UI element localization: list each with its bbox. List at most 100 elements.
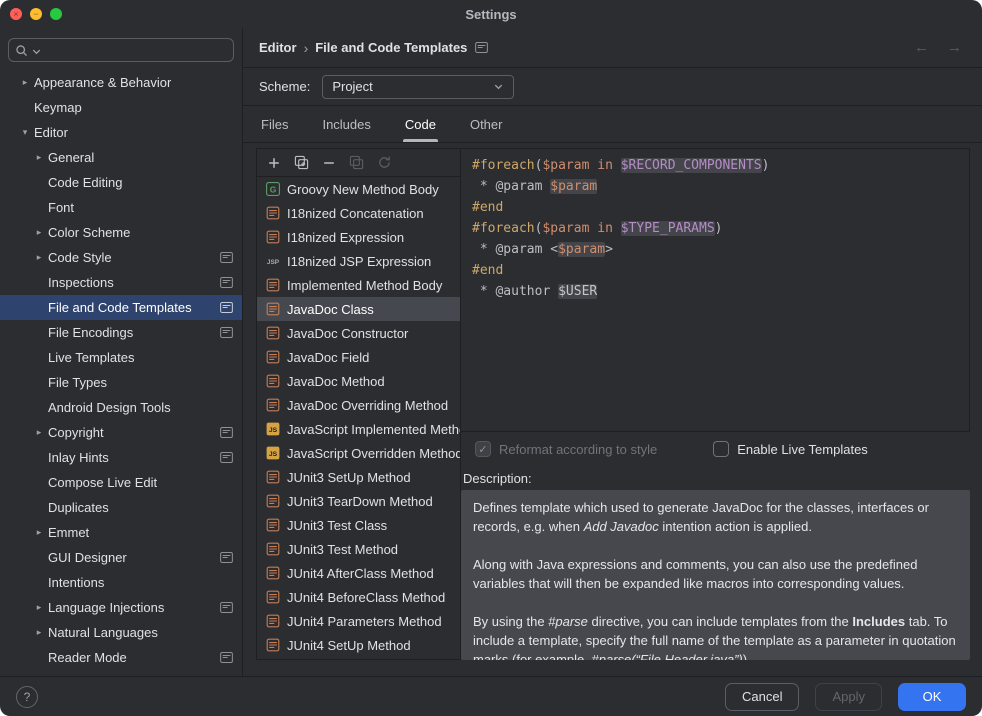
template-options: Reformat according to style Enable Live … (461, 432, 970, 466)
sidebar-item-appearance-behavior[interactable]: ▸Appearance & Behavior (0, 70, 242, 95)
scheme-select[interactable]: Project (322, 75, 514, 99)
template-item-javascript-overridden-method[interactable]: JSJavaScript Overridden Method (257, 441, 460, 465)
sidebar-item-color-scheme[interactable]: ▸Color Scheme (0, 220, 242, 245)
template-item-junit3-setup-method[interactable]: JUnit3 SetUp Method (257, 465, 460, 489)
template-item-javadoc-field[interactable]: JavaDoc Field (257, 345, 460, 369)
sidebar-item-label: Copyright (48, 425, 104, 440)
tab-files[interactable]: Files (259, 106, 290, 142)
settings-tree: ▸Appearance & BehaviorKeymap▾Editor▸Gene… (0, 70, 242, 676)
sidebar-item-file-types[interactable]: File Types (0, 370, 242, 395)
live-templates-checkbox[interactable] (713, 441, 729, 457)
create-child-template-button[interactable] (294, 155, 309, 170)
sidebar-item-editor[interactable]: ▾Editor (0, 120, 242, 145)
template-item-label: JUnit3 SetUp Method (287, 470, 411, 485)
template-file-icon (265, 542, 281, 556)
sidebar-item-copyright[interactable]: ▸Copyright (0, 420, 242, 445)
template-item-junit4-afterclass-method[interactable]: JUnit4 AfterClass Method (257, 561, 460, 585)
cancel-button[interactable]: Cancel (725, 683, 799, 711)
tab-includes[interactable]: Includes (320, 106, 372, 142)
breadcrumb-separator-icon: › (304, 40, 309, 56)
template-file-icon (265, 470, 281, 484)
template-item-junit3-test-method[interactable]: JUnit3 Test Method (257, 537, 460, 561)
sidebar-item-label: Editor (34, 125, 68, 140)
sidebar-item-inlay-hints[interactable]: Inlay Hints (0, 445, 242, 470)
sidebar-item-language-injections[interactable]: ▸Language Injections (0, 595, 242, 620)
sidebar-item-code-style[interactable]: ▸Code Style (0, 245, 242, 270)
template-item-junit4-parameters-method[interactable]: JUnit4 Parameters Method (257, 609, 460, 633)
sidebar-item-label: General (48, 150, 94, 165)
sidebar-item-duplicates[interactable]: Duplicates (0, 495, 242, 520)
template-item-implemented-method-body[interactable]: Implemented Method Body (257, 273, 460, 297)
monitor-icon (220, 327, 233, 338)
template-item-javadoc-method[interactable]: JavaDoc Method (257, 369, 460, 393)
sidebar-item-intentions[interactable]: Intentions (0, 570, 242, 595)
sidebar-item-label: Code Style (48, 250, 112, 265)
sidebar-item-live-templates[interactable]: Live Templates (0, 345, 242, 370)
sidebar-item-label: File and Code Templates (48, 300, 192, 315)
template-item-label: JUnit4 Parameters Method (287, 614, 442, 629)
sidebar-item-label: Inspections (48, 275, 114, 290)
chevron-right-icon[interactable]: ▸ (32, 602, 46, 613)
chevron-right-icon[interactable]: ▸ (32, 627, 46, 638)
chevron-right-icon[interactable]: ▸ (32, 227, 46, 238)
tab-code[interactable]: Code (403, 106, 438, 142)
template-item-junit4-beforeclass-method[interactable]: JUnit4 BeforeClass Method (257, 585, 460, 609)
chevron-right-icon[interactable]: ▸ (32, 252, 46, 263)
forward-button[interactable]: → (947, 39, 962, 56)
remove-template-button[interactable] (322, 156, 336, 170)
sidebar-item-inspections[interactable]: Inspections (0, 270, 242, 295)
template-item-label: I18nized Expression (287, 230, 404, 245)
sidebar-item-emmet[interactable]: ▸Emmet (0, 520, 242, 545)
sidebar-item-font[interactable]: Font (0, 195, 242, 220)
settings-search-input[interactable] (8, 38, 234, 62)
sidebar-item-android-design-tools[interactable]: Android Design Tools (0, 395, 242, 420)
sidebar-item-label: Inlay Hints (48, 450, 109, 465)
sidebar-item-natural-languages[interactable]: ▸Natural Languages (0, 620, 242, 645)
sidebar-item-general[interactable]: ▸General (0, 145, 242, 170)
live-templates-option[interactable]: Enable Live Templates (713, 441, 868, 457)
search-history-chevron-icon[interactable] (31, 46, 42, 57)
ok-button[interactable]: OK (898, 683, 966, 711)
template-item-label: JUnit4 BeforeClass Method (287, 590, 445, 605)
template-item-groovy-new-method-body[interactable]: GGroovy New Method Body (257, 177, 460, 201)
code-line: #foreach($param in $TYPE_PARAMS) (472, 218, 958, 239)
titlebar[interactable]: Settings (0, 0, 982, 28)
template-item-junit4-setup-method[interactable]: JUnit4 SetUp Method (257, 633, 460, 657)
tab-other[interactable]: Other (468, 106, 505, 142)
sidebar-item-compose-live-edit[interactable]: Compose Live Edit (0, 470, 242, 495)
settings-window: Settings ▸Appearance & BehaviorKeymap▾Ed… (0, 0, 982, 716)
template-item-javadoc-constructor[interactable]: JavaDoc Constructor (257, 321, 460, 345)
template-item-i18nized-concatenation[interactable]: I18nized Concatenation (257, 201, 460, 225)
sidebar-item-code-editing[interactable]: Code Editing (0, 170, 242, 195)
help-button[interactable]: ? (16, 686, 38, 708)
template-item-javascript-implemented-method[interactable]: JSJavaScript Implemented Method (257, 417, 460, 441)
chevron-right-icon[interactable]: ▸ (32, 152, 46, 163)
template-item-junit3-teardown-method[interactable]: JUnit3 TearDown Method (257, 489, 460, 513)
sidebar-item-gui-designer[interactable]: GUI Designer (0, 545, 242, 570)
template-item-javadoc-overriding-method[interactable]: JavaDoc Overriding Method (257, 393, 460, 417)
template-file-icon (265, 350, 281, 364)
chevron-right-icon[interactable]: ▸ (32, 427, 46, 438)
apply-button: Apply (815, 683, 882, 711)
minimize-button[interactable] (30, 8, 42, 20)
breadcrumb-editor[interactable]: Editor (259, 40, 297, 55)
chevron-right-icon[interactable]: ▸ (32, 527, 46, 538)
template-item-javadoc-class[interactable]: JavaDoc Class (257, 297, 460, 321)
sidebar-item-reader-mode[interactable]: Reader Mode (0, 645, 242, 670)
sidebar-item-label: Code Editing (48, 175, 122, 190)
close-button[interactable] (10, 8, 22, 20)
template-item-i18nized-expression[interactable]: I18nized Expression (257, 225, 460, 249)
template-item-i18nized-jsp-expression[interactable]: JSPI18nized JSP Expression (257, 249, 460, 273)
chevron-down-icon[interactable]: ▾ (18, 127, 32, 138)
sidebar-item-file-encodings[interactable]: File Encodings (0, 320, 242, 345)
sidebar-item-file-and-code-templates[interactable]: File and Code Templates (0, 295, 242, 320)
create-template-button[interactable] (267, 156, 281, 170)
zoom-button[interactable] (50, 8, 62, 20)
template-item-junit3-test-class[interactable]: JUnit3 Test Class (257, 513, 460, 537)
chevron-right-icon[interactable]: ▸ (18, 77, 32, 88)
footer: ? Cancel Apply OK (0, 676, 982, 716)
sidebar-item-keymap[interactable]: Keymap (0, 95, 242, 120)
template-editor[interactable]: #foreach($param in $RECORD_COMPONENTS) *… (461, 148, 970, 432)
sidebar-item-label: Emmet (48, 525, 89, 540)
back-button[interactable]: ← (914, 39, 929, 56)
